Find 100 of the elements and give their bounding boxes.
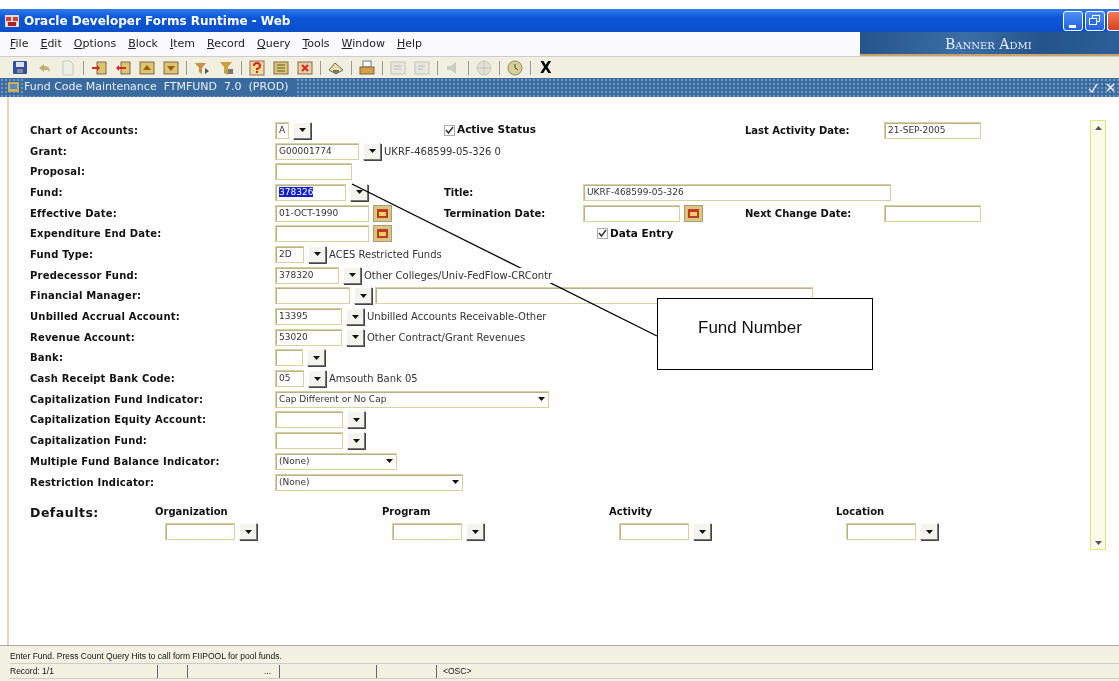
list-button[interactable] [343,266,361,284]
insert-row-icon [91,59,107,76]
list-button[interactable] [308,245,326,263]
list-button[interactable] [308,370,326,388]
menu-item[interactable]: Window [335,32,391,56]
menu-item[interactable]: Record [201,32,252,56]
input-field[interactable] [275,225,369,243]
help-icon [249,59,265,76]
exit-button[interactable]: X [534,57,558,78]
input-field[interactable] [275,432,343,450]
dropdown-field[interactable]: (None) [275,473,463,491]
restore-icon [1089,15,1101,26]
list-button[interactable] [346,328,364,346]
section-label: Defaults: [30,504,100,523]
checkmark-icon[interactable] [1088,82,1098,93]
menu-item[interactable]: File [4,32,35,56]
input-field[interactable]: G00001774 [275,142,359,160]
input-field[interactable]: 378326 [275,183,346,201]
field-label: Restriction Indicator: [30,475,156,490]
close-icon[interactable] [1106,82,1115,92]
scroll-up-icon[interactable] [1094,125,1102,130]
dropdown-field[interactable]: Cap Different or No Cap [275,390,549,408]
caret-icon [244,529,252,534]
calendar-button[interactable] [684,204,703,222]
input-field[interactable] [275,287,350,305]
menu-item[interactable]: Tools [296,32,336,56]
menu-item[interactable]: Help [391,32,429,56]
checkbox[interactable] [597,228,608,240]
menu-item[interactable]: Query [251,32,297,56]
field-label: Proposal: [30,165,87,180]
column-heading: Location [836,505,886,520]
input-field[interactable]: 13395 [275,308,342,326]
grid-icon [273,59,289,76]
input-field[interactable] [392,523,462,541]
scroll-down-icon[interactable] [1094,540,1102,545]
input-field[interactable]: 53020 [275,328,342,346]
input-field[interactable]: 21-SEP-2005 [884,121,981,139]
field-label: Title: [444,185,475,200]
list-button[interactable] [347,432,365,450]
record-count: Record: 1/1 [10,664,158,678]
field-label: Bank: [30,351,65,366]
input-field[interactable] [583,204,680,222]
list-button[interactable] [466,523,484,541]
input-field[interactable]: 378320 [275,266,339,284]
caret-icon [348,273,356,278]
printer-icon [359,59,375,76]
list-button[interactable] [346,308,364,326]
caret-icon [368,149,376,154]
mode-indicator: <OSC> [442,664,472,678]
funnel-icon [218,59,234,76]
dropdown-field[interactable]: (None) [275,452,397,470]
input-field[interactable]: A [275,121,289,139]
list-button[interactable] [693,523,711,541]
field-label: Multiple Fund Balance Indicator: [30,454,221,469]
list-button[interactable] [354,287,372,305]
close-button[interactable] [1107,10,1119,31]
banner-logo: Banner Admi [860,32,1119,56]
input-field[interactable] [275,163,352,181]
input-field[interactable]: 01-OCT-1990 [275,204,369,222]
menu-item[interactable]: Item [163,32,201,56]
field-label: Termination Date: [444,206,547,221]
status-message: Enter Fund. Press Count Query Hits to call form FIIPOOL for pool funds. [10,649,282,663]
menu-item[interactable]: Options [67,32,123,56]
list-button[interactable] [350,183,368,201]
input-field[interactable] [275,411,343,429]
menu-item[interactable]: Edit [34,32,68,56]
list-button[interactable] [307,349,325,367]
status-indicator: ... [188,664,280,678]
menu-item[interactable]: Block [122,32,164,56]
field-label: Unbilled Accrual Account: [30,310,181,325]
field-label: Capitalization Equity Account: [30,413,208,428]
restore-button[interactable] [1085,10,1105,31]
input-field[interactable] [884,204,981,222]
input-field[interactable] [275,349,303,367]
list-button[interactable] [293,121,311,139]
calendar-button[interactable] [373,204,392,222]
field-label: Fund: [30,185,64,200]
caret-icon [355,190,363,195]
field-label: Grant: [30,144,68,159]
caret-icon [352,438,360,443]
vertical-scrollbar[interactable] [1090,120,1106,550]
checkbox[interactable] [444,124,455,136]
text-box-icon [390,59,406,76]
list-button[interactable] [347,411,365,429]
input-field[interactable] [619,523,689,541]
list-button[interactable] [920,523,938,541]
caret-icon [351,314,359,319]
input-field[interactable]: 2D [275,245,304,263]
calendar-button[interactable] [373,225,392,243]
input-field[interactable] [165,523,235,541]
input-field[interactable]: UKRF-468599-05-326 [583,183,891,201]
calendar-icon [688,208,699,218]
input-field[interactable]: 05 [275,370,304,388]
minimize-button[interactable] [1063,10,1083,31]
input-field[interactable] [846,523,916,541]
list-button[interactable] [239,523,257,541]
list-button[interactable] [363,142,381,160]
window-title: Oracle Developer Forms Runtime - Web [24,12,292,30]
field-label: Last Activity Date: [745,123,851,138]
column-heading: Organization [155,505,229,520]
